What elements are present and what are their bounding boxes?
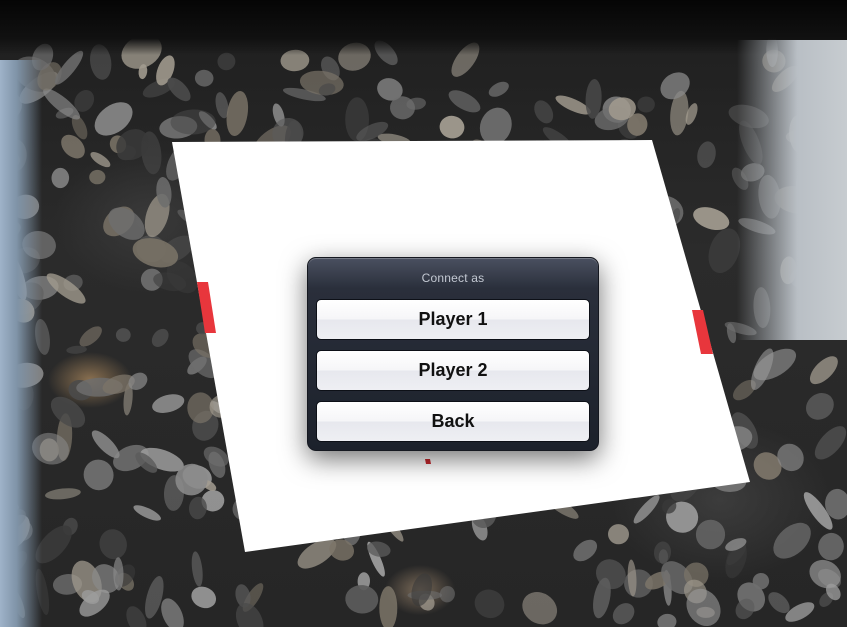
ball [425, 459, 431, 464]
player-1-button[interactable]: Player 1 [316, 299, 590, 340]
camera-view: Connect as Player 1 Player 2 Back [0, 0, 847, 627]
back-button[interactable]: Back [316, 401, 590, 442]
dialog-title: Connect as [421, 271, 485, 285]
connect-dialog: Connect as Player 1 Player 2 Back [307, 257, 599, 451]
player-2-button[interactable]: Player 2 [316, 350, 590, 391]
